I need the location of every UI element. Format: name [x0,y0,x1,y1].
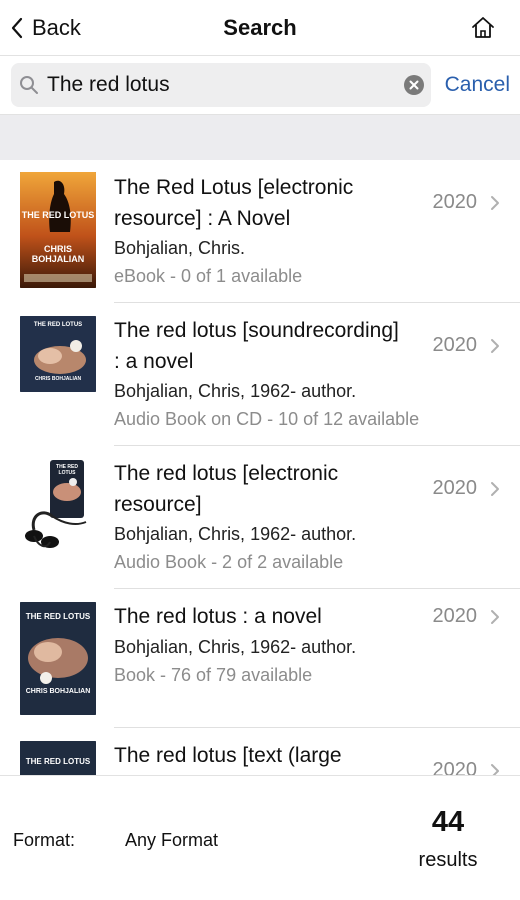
result-format: Audio Book on CD - 10 of 12 available [114,409,420,429]
result-year: 2020 [432,605,478,627]
search-bar: Cancel [0,56,520,114]
chevron-right-icon [491,482,499,496]
result-row[interactable]: THE RED LOTUS The red lotus [text (large… [0,728,520,775]
cover-title: THE RED LOTUS [56,464,78,476]
page-title: Search [223,15,297,40]
result-format: eBook - 0 of 1 available [114,266,303,286]
chevron-right-icon [491,196,499,210]
result-title: The red lotus : a novel [114,605,322,628]
result-author: Bohjalian, Chris, 1962- author. [114,381,357,401]
result-row[interactable]: THE RED LOTUS The red lotus [electronic … [0,446,520,589]
result-title: The red lotus [text (large [114,744,342,767]
result-title: The red lotus [electronic resource] [114,462,339,516]
result-title: The Red Lotus [electronic resource] : A … [114,176,354,230]
chevron-right-icon [491,610,499,624]
cover-title: THE RED LOTUS [25,757,91,766]
result-author: Bohjalian, Chris, 1962- author. [114,524,357,544]
result-author: Bohjalian, Chris, 1962- author. [114,637,357,657]
clear-search-button[interactable] [404,75,424,95]
results-list[interactable]: THE RED LOTUS CHRIS BOHJALIAN The Red Lo… [0,160,520,775]
book-cover: THE RED LOTUS CHRIS BOHJALIAN [20,316,96,392]
cover-author: CHRIS BOHJALIAN [25,688,91,695]
book-cover: THE RED LOTUS CHRIS BOHJALIAN [20,602,96,715]
clear-icon [409,80,419,90]
cover-title: THE RED LOTUS [21,210,95,220]
search-icon [20,76,38,94]
chevron-right-icon [491,339,499,353]
result-row[interactable]: THE RED LOTUS CHRIS BOHJALIAN The red lo… [0,303,520,446]
cover-author: CHRIS BOHJALIAN [34,376,82,382]
filter-bar: Format: Any Format 44 results [0,775,520,900]
result-title: The red lotus [soundrecording] : a novel [114,319,399,373]
cover-title: THE RED LOTUS [33,322,83,328]
result-year: 2020 [432,477,478,499]
section-spacer [0,114,520,160]
chevron-right-icon [491,764,499,775]
navigation-bar: Back Search [0,0,520,56]
result-format: Audio Book - 2 of 2 available [114,552,344,572]
result-row[interactable]: THE RED LOTUS CHRIS BOHJALIAN The Red Lo… [0,160,520,303]
book-cover: THE RED LOTUS CHRIS BOHJALIAN [20,172,96,288]
result-format: Book - 76 of 79 available [114,665,313,685]
search-input[interactable] [47,63,397,107]
result-row[interactable]: THE RED LOTUS CHRIS BOHJALIAN The red lo… [0,589,520,728]
result-year: 2020 [432,334,478,356]
book-cover: THE RED LOTUS [20,456,96,556]
format-selector[interactable]: Any Format [125,830,218,851]
results-count: 44 [431,806,465,838]
format-label: Format: [13,830,76,850]
book-cover: THE RED LOTUS [20,741,96,775]
search-field[interactable] [11,63,431,107]
cover-author: CHRIS BOHJALIAN [31,244,85,264]
cover-title: THE RED LOTUS [25,612,91,621]
cancel-button[interactable]: Cancel [445,73,510,97]
result-year: 2020 [432,191,478,213]
home-icon[interactable] [470,15,496,41]
result-author: Bohjalian, Chris. [114,238,246,258]
results-count-label: results [418,849,478,871]
cover-art [20,172,96,288]
result-year: 2020 [432,759,478,775]
